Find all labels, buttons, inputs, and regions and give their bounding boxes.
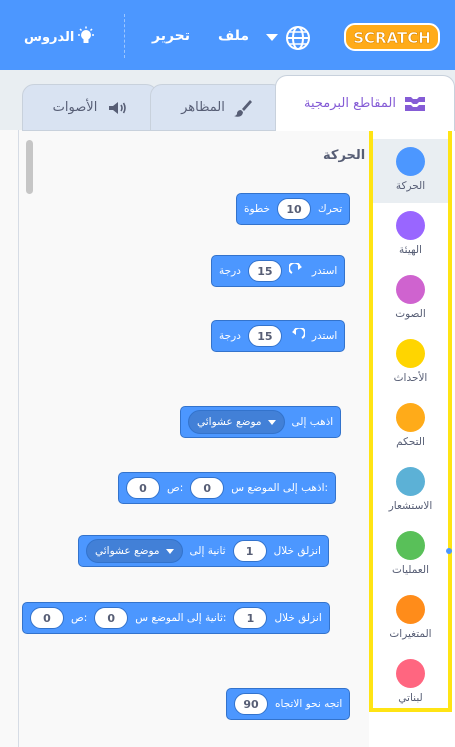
move-steps-input[interactable]: 10 [277, 198, 312, 220]
tab-sounds[interactable]: الأصوات [22, 84, 158, 131]
tab-code-label: المقاطع البرمجية [304, 96, 396, 111]
category-control[interactable]: التحكم [373, 395, 448, 459]
point-direction-input[interactable]: 90 [234, 693, 268, 715]
category-label: العمليات [392, 564, 429, 576]
globe-icon[interactable] [284, 24, 312, 52]
turn-left-degrees-input[interactable]: 15 [247, 325, 282, 347]
glide-to-label: انزلق خلال [273, 545, 321, 557]
glide-xy-y-input[interactable]: 0 [30, 607, 64, 629]
category-label: الحركة [395, 180, 426, 192]
tutorials-label: الدروس [24, 29, 75, 45]
category-label: الصوت [395, 308, 426, 320]
my-blocks-category-icon [396, 659, 425, 688]
tab-sounds-label: الأصوات [52, 100, 98, 115]
language-caret-icon[interactable] [266, 34, 278, 41]
move-steps-block[interactable]: تحرك 10 خطوة [236, 193, 351, 225]
motion-category-icon [396, 147, 425, 176]
category-sound[interactable]: الصوت [373, 267, 448, 331]
category-label: لبناتي [398, 692, 423, 704]
dropdown-caret-icon [267, 419, 276, 425]
tutorials-button[interactable]: الدروس [24, 26, 96, 48]
go-to-target-dropdown[interactable]: موضع عشوائي [188, 410, 285, 434]
go-to-xy-label: اذهب إلى الموضع س: [231, 482, 329, 494]
turn-right-block[interactable]: استدر 15 درجة [211, 255, 346, 287]
category-label: الأحداث [393, 372, 428, 384]
glide-to-seconds-input[interactable]: 1 [232, 540, 267, 562]
turn-right-unit-label: درجة [219, 265, 241, 277]
turn-right-label: استدر [311, 265, 338, 277]
go-to-y-label: ص: [167, 482, 184, 494]
move-label: تحرك [318, 203, 343, 215]
glide-xy-y-label: ص: [71, 612, 88, 624]
control-category-icon [396, 403, 425, 432]
variables-category-icon [396, 595, 425, 624]
category-my-blocks[interactable]: لبناتي [373, 651, 448, 715]
paintbrush-icon [233, 99, 252, 117]
glide-xy-seconds-input[interactable]: 1 [233, 607, 268, 629]
category-label: الهيئة [399, 244, 422, 256]
point-in-direction-block[interactable]: اتجه نحو الاتجاه 90 [226, 688, 351, 720]
go-to-x-input[interactable]: 0 [190, 477, 225, 499]
turn-left-unit-label: درجة [219, 330, 241, 342]
scratch-editor: SCRATCH ملف تحرير الدروس الأصوات المظاهر… [0, 0, 455, 747]
glide-xy-x-input[interactable]: 0 [94, 607, 129, 629]
go-to-block[interactable]: اذهب إلى موضع عشوائي [180, 406, 342, 438]
menu-separator [124, 14, 125, 58]
speaker-icon [109, 101, 127, 114]
palette-scrollbar[interactable] [26, 140, 33, 194]
glide-to-mid-label: ثانية إلى [189, 545, 226, 557]
category-looks[interactable]: الهيئة [373, 203, 448, 267]
turn-right-degrees-input[interactable]: 15 [247, 260, 282, 282]
category-label: المتغيرات [389, 628, 432, 640]
glide-to-target-value: موضع عشوائي [95, 545, 160, 557]
category-menu: الحركة الهيئة الصوت الأحداث التحكم الاست… [369, 125, 452, 712]
move-unit-label: خطوة [244, 203, 271, 215]
tab-costumes[interactable]: المظاهر [150, 84, 284, 131]
dropdown-caret-icon [165, 548, 174, 554]
operators-category-icon [396, 531, 425, 560]
looks-category-icon [396, 211, 425, 240]
tab-code[interactable]: المقاطع البرمجية [275, 75, 455, 131]
palette-edge [18, 130, 19, 747]
category-label: التحكم [396, 436, 425, 448]
lightbulb-icon [78, 26, 95, 43]
rotate-counterclockwise-icon [291, 328, 305, 339]
go-to-label: اذهب إلى [291, 416, 334, 428]
sound-category-icon [396, 275, 425, 304]
category-label: الاستشعار [388, 500, 433, 512]
menu-bar: SCRATCH ملف تحرير الدروس [0, 0, 455, 70]
rotate-clockwise-icon [288, 263, 302, 274]
scratch-logo[interactable]: SCRATCH [344, 22, 440, 52]
scratch-logo-text: SCRATCH [353, 29, 431, 47]
events-category-icon [396, 339, 425, 368]
edit-menu[interactable]: تحرير [152, 28, 190, 44]
category-variables[interactable]: المتغيرات [373, 587, 448, 651]
go-to-y-input[interactable]: 0 [126, 477, 160, 499]
go-to-xy-block[interactable]: اذهب إلى الموضع س: 0 ص: 0 [118, 472, 337, 504]
file-menu[interactable]: ملف [218, 28, 249, 44]
glide-xy-label: انزلق خلال [274, 612, 322, 624]
glide-to-block[interactable]: انزلق خلال 1 ثانية إلى موضع عشوائي [78, 535, 329, 567]
go-to-target-value: موضع عشوائي [197, 416, 262, 428]
turn-left-label: استدر [311, 330, 338, 342]
category-sensing[interactable]: الاستشعار [373, 459, 448, 523]
glide-xy-mid-label: ثانية إلى الموضع س: [135, 612, 227, 624]
tab-costumes-label: المظاهر [181, 100, 225, 115]
turn-left-block[interactable]: استدر 15 درجة [211, 320, 346, 352]
sensing-category-icon [396, 467, 425, 496]
glide-to-target-dropdown[interactable]: موضع عشوائي [86, 539, 183, 563]
flyout-indicator [446, 548, 452, 554]
category-events[interactable]: الأحداث [373, 331, 448, 395]
point-direction-label: اتجه نحو الاتجاه [275, 698, 343, 710]
motion-section-title: الحركة [323, 148, 366, 163]
category-motion[interactable]: الحركة [373, 139, 448, 203]
code-blocks-icon [404, 96, 425, 111]
glide-to-xy-block[interactable]: انزلق خلال 1 ثانية إلى الموضع س: 0 ص: 0 [22, 602, 330, 634]
category-operators[interactable]: العمليات [373, 523, 448, 587]
